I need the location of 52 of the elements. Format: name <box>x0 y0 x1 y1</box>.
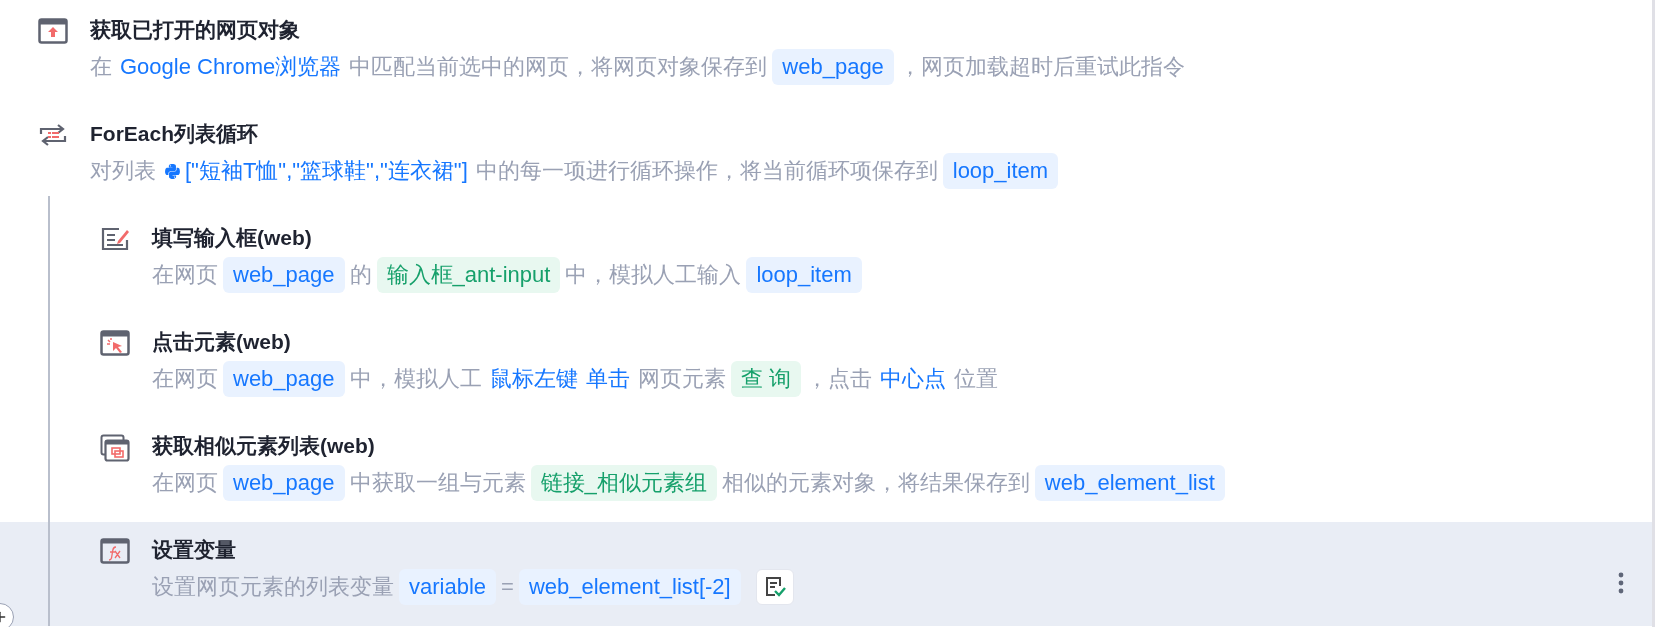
variable-tag[interactable]: web_page <box>223 361 345 397</box>
description-text: 的 <box>349 261 372 289</box>
step-title: 获取相似元素列表(web) <box>152 433 376 459</box>
description-text: ，网页加载超时后重试此指令 <box>898 53 1185 81</box>
description-text: 对列表 <box>90 157 156 185</box>
description-text: 网页元素 <box>637 365 726 393</box>
description-text: 在网页 <box>152 365 218 393</box>
description-text: 在网页 <box>152 261 218 289</box>
variable-tag[interactable]: web_page <box>223 257 345 293</box>
function-icon <box>100 538 130 564</box>
description-text: 中，模拟人工 <box>349 365 482 393</box>
browser-upload-icon <box>38 18 68 44</box>
element-tag[interactable]: 链接_相似元素组 <box>530 465 717 501</box>
note-check-button[interactable] <box>755 569 794 605</box>
stacked-windows-icon <box>100 434 130 462</box>
step-title: ForEach列表循环 <box>90 121 260 147</box>
description-text: 相似的元素对象，将结果保存到 <box>721 469 1030 497</box>
description-text: 设置网页元素的列表变量 <box>152 573 394 601</box>
option-link[interactable]: 单击 <box>585 364 630 394</box>
step-title: 填写输入框(web) <box>152 225 313 251</box>
description-text: ，点击 <box>805 365 872 393</box>
option-link[interactable]: Google Chrome浏览器 <box>120 52 342 82</box>
list-value-link[interactable]: ["短袖T恤","篮球鞋","连衣裙"] <box>185 156 468 186</box>
description-text: 中获取一组与元素 <box>349 469 526 497</box>
option-link[interactable]: 鼠标左键 <box>489 364 578 394</box>
description-text: 在网页 <box>152 469 218 497</box>
description-text: 中的每一项进行循环操作，将当前循环项保存到 <box>475 157 938 185</box>
loop-icon <box>38 122 68 148</box>
element-tag[interactable]: 查 询 <box>730 361 801 397</box>
description-text: = <box>501 573 514 601</box>
variable-tag[interactable]: web_element_list[-2] <box>518 569 741 605</box>
description-text: 中，模拟人工输入 <box>565 261 742 289</box>
step-row[interactable]: 设置变量 设置网页元素的列表变量 variable = web_element_list[-2] <box>0 522 1652 626</box>
variable-tag[interactable]: loop_item <box>746 257 862 293</box>
more-menu-icon[interactable] <box>1618 572 1624 594</box>
browser-click-icon <box>100 330 130 356</box>
variable-tag[interactable]: web_page <box>223 465 345 501</box>
step-title: 点击元素(web) <box>152 329 292 355</box>
option-link[interactable]: 中心点 <box>879 364 946 394</box>
description-text: 在 <box>90 53 112 81</box>
note-check-icon <box>763 576 786 598</box>
python-icon <box>164 162 181 180</box>
variable-tag[interactable]: loop_item <box>942 153 1059 189</box>
element-tag[interactable]: 输入框_ant-input <box>376 257 561 293</box>
variable-tag[interactable]: web_element_list <box>1034 465 1225 501</box>
step-title: 设置变量 <box>152 537 237 563</box>
description-text: 位置 <box>953 365 998 393</box>
form-edit-icon <box>100 226 130 252</box>
variable-tag[interactable]: web_page <box>772 49 894 85</box>
step-title: 获取已打开的网页对象 <box>90 17 301 43</box>
variable-tag[interactable]: variable <box>399 569 497 605</box>
description-text: 中匹配当前选中的网页，将网页对象保存到 <box>349 53 768 81</box>
